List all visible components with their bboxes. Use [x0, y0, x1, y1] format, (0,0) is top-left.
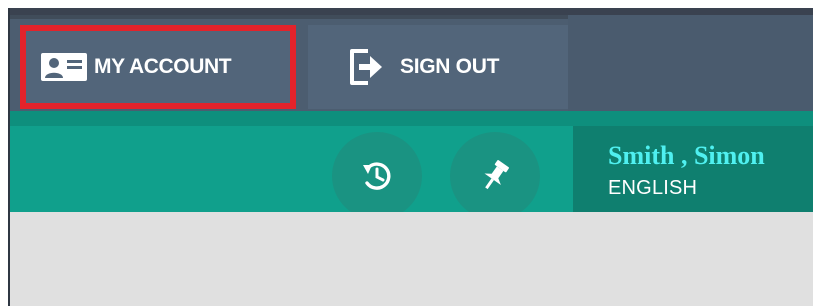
pin-icon	[484, 160, 509, 190]
history-button[interactable]	[332, 132, 422, 220]
sign-out-label: SIGN OUT	[400, 55, 500, 78]
id-card-icon	[40, 52, 88, 82]
header-empty-area	[568, 15, 813, 111]
toolbar-top-line	[10, 111, 813, 126]
my-account-label: MY ACCOUNT	[94, 55, 232, 78]
history-icon	[363, 162, 391, 190]
top-navigation-bar: MY ACCOUNT SIGN OUT	[10, 15, 813, 111]
my-account-button[interactable]: MY ACCOUNT	[20, 25, 296, 109]
window-top-border	[8, 8, 813, 15]
pin-button[interactable]	[450, 132, 540, 220]
user-panel[interactable]: Smith , Simon ENGLISH	[573, 126, 813, 212]
content-area	[10, 212, 813, 306]
sign-out-icon	[346, 47, 386, 87]
sign-out-button[interactable]: SIGN OUT	[308, 25, 568, 109]
user-language: ENGLISH	[608, 177, 698, 199]
user-name: Smith , Simon	[608, 141, 765, 170]
app-frame: MY ACCOUNT SIGN OUT Smith , Simon ENGLIS…	[0, 0, 813, 306]
user-toolbar: Smith , Simon ENGLISH	[10, 111, 813, 220]
